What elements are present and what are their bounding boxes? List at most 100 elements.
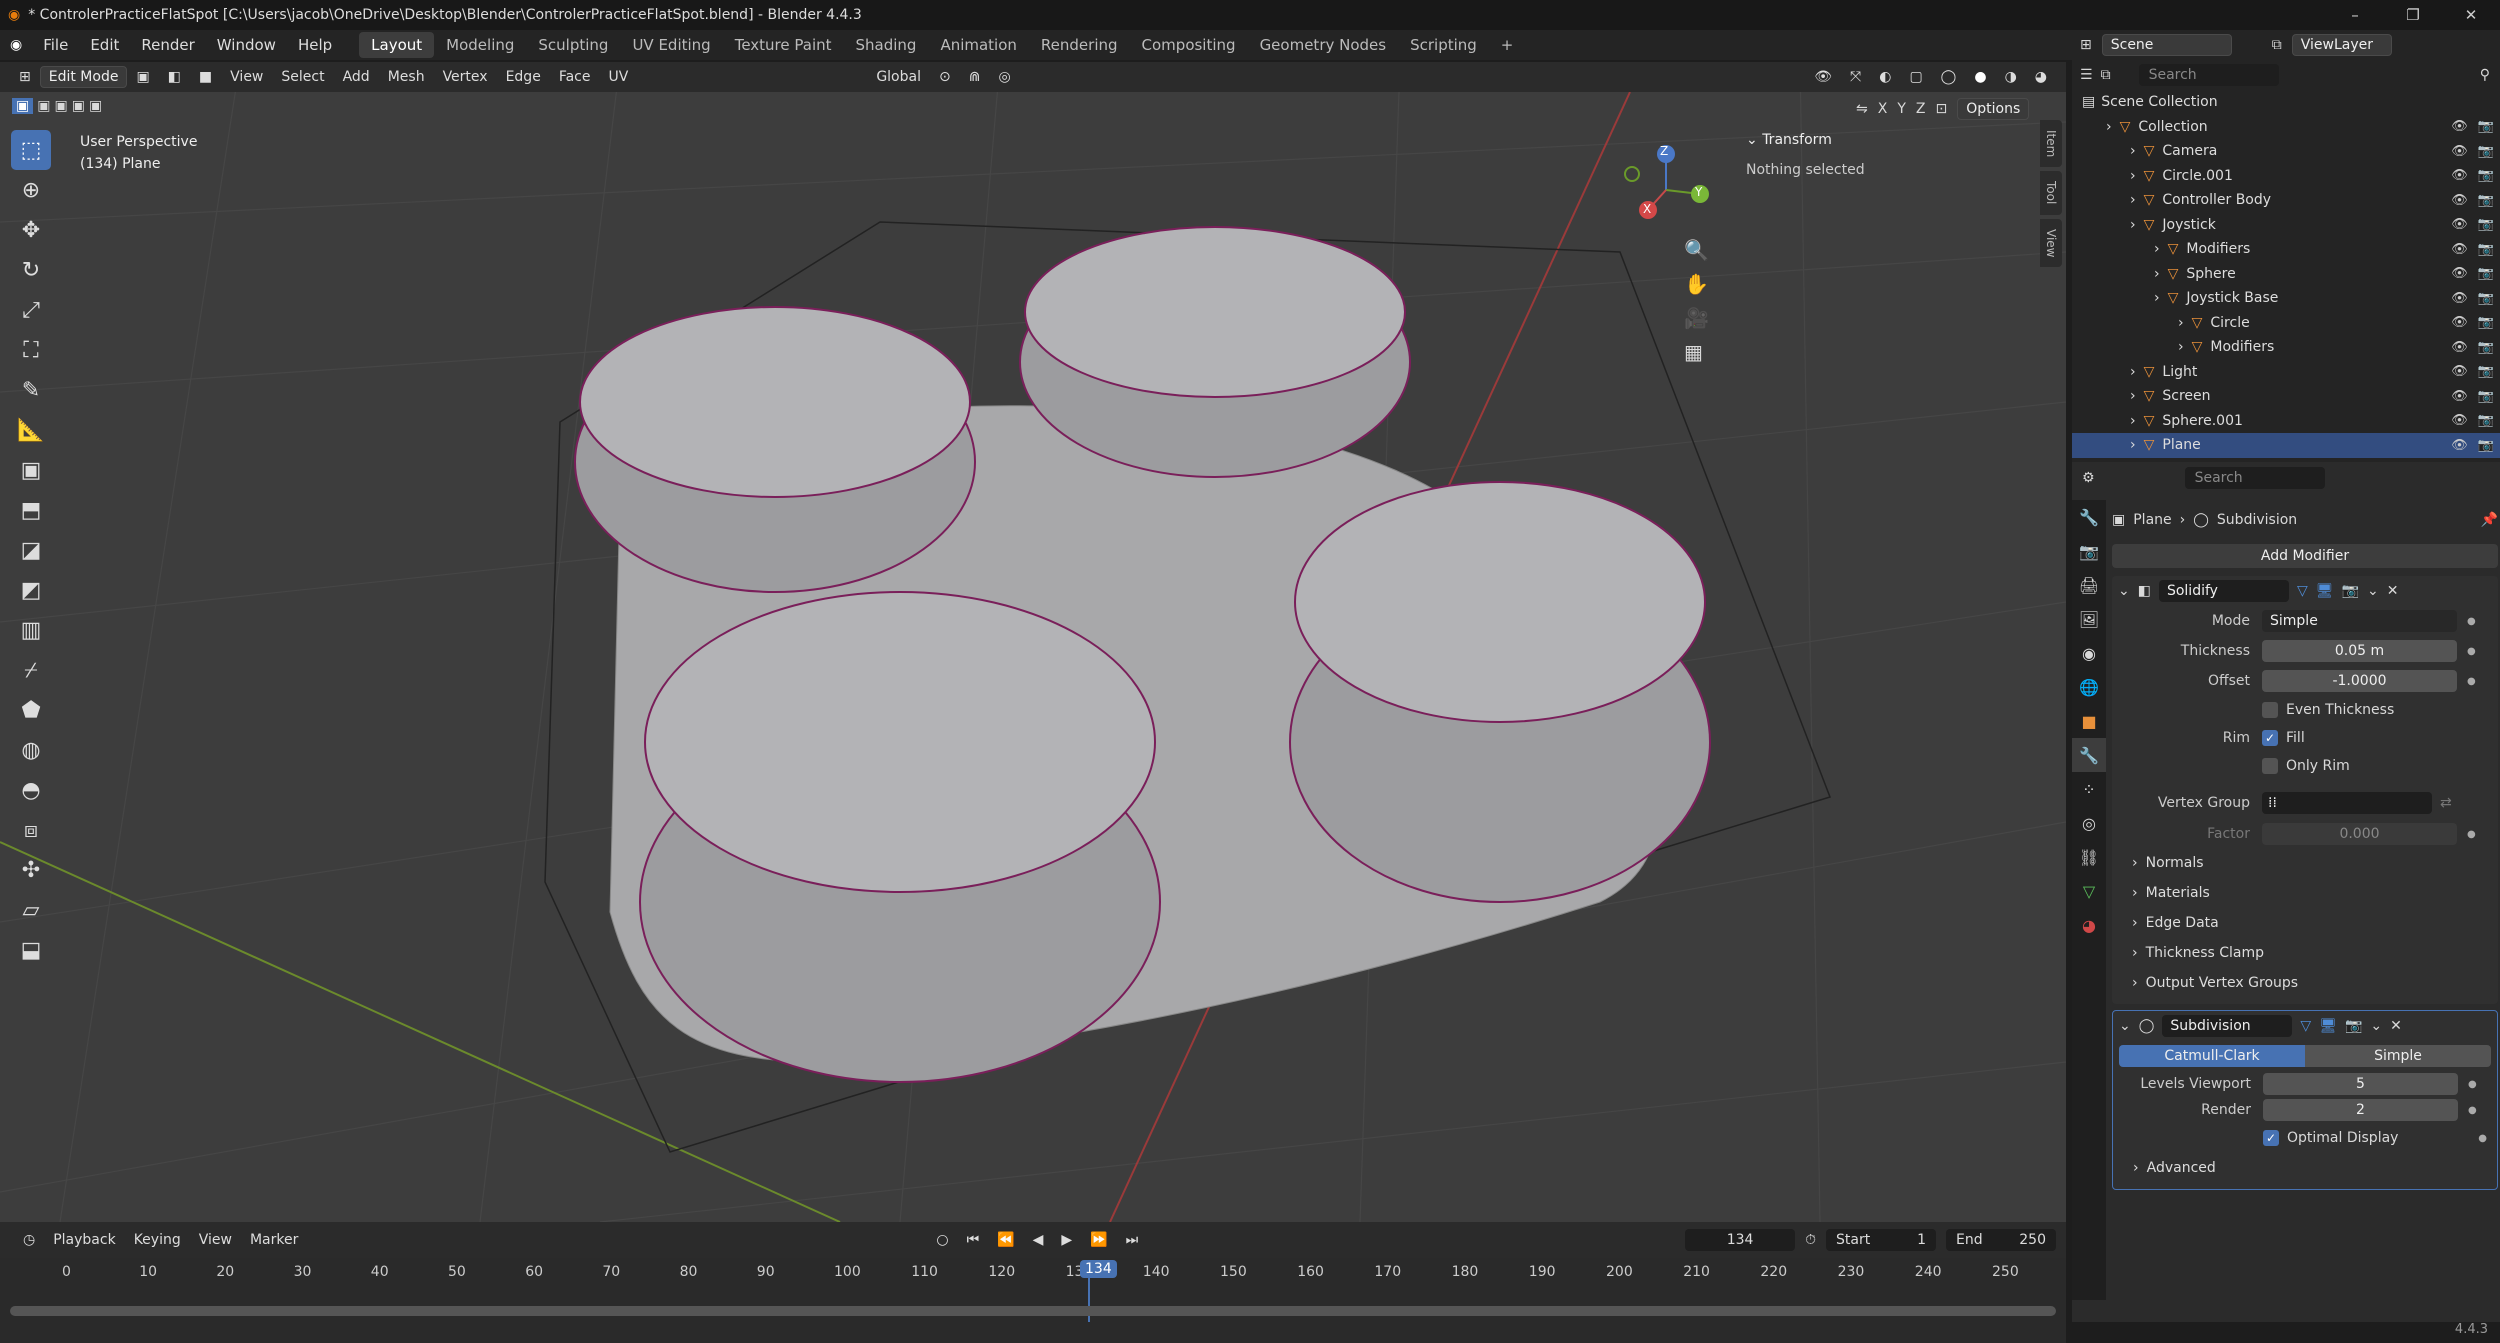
camera-icon[interactable]: 📷 bbox=[2478, 266, 2494, 281]
outliner-row[interactable]: › ▽ Circle 👁 📷 bbox=[2072, 311, 2500, 336]
remove-modifier-icon[interactable]: ✕ bbox=[2387, 583, 2399, 599]
transform-section[interactable]: ⌄ Transform bbox=[1746, 132, 2040, 148]
menu-add[interactable]: Add bbox=[334, 69, 379, 85]
menu-mesh[interactable]: Mesh bbox=[379, 69, 434, 85]
jump-start-icon[interactable]: ⏮ bbox=[958, 1232, 989, 1248]
optimal-display-checkbox[interactable]: ✓ Optimal Display ● bbox=[2113, 1123, 2497, 1153]
view-layer-tab-icon[interactable]: 🖼 bbox=[2072, 602, 2106, 636]
menu-edge[interactable]: Edge bbox=[497, 69, 550, 85]
menu-timeline-view[interactable]: View bbox=[190, 1232, 241, 1248]
solidify-subpanel[interactable]: › Output Vertex Groups bbox=[2112, 968, 2498, 998]
camera-icon[interactable]: 📷 bbox=[2478, 364, 2494, 379]
tab-view[interactable]: View bbox=[2040, 218, 2062, 268]
bevel-tool-icon[interactable]: ◩ bbox=[11, 570, 51, 610]
select-intersect-icon[interactable]: ▣ bbox=[89, 98, 102, 114]
solidify-subpanel[interactable]: › Normals bbox=[2112, 848, 2498, 878]
annotate-tool-icon[interactable]: ✎ bbox=[11, 370, 51, 410]
output-tab-icon[interactable]: 🖨 bbox=[2072, 568, 2106, 602]
catmull-clark-button[interactable]: Catmull-Clark bbox=[2119, 1045, 2305, 1067]
camera-icon[interactable]: 📷 bbox=[2478, 315, 2494, 330]
solidify-name-field[interactable]: Solidify bbox=[2158, 580, 2289, 602]
display-mode-icon[interactable]: ⧉ bbox=[2101, 67, 2111, 83]
tab-rendering[interactable]: Rendering bbox=[1029, 32, 1130, 58]
eye-icon[interactable]: 👁 bbox=[2451, 168, 2468, 183]
wireframe-shading-icon[interactable]: ◯ bbox=[1932, 69, 1966, 85]
camera-icon[interactable]: 📷 bbox=[2478, 340, 2494, 355]
simple-button[interactable]: Simple bbox=[2305, 1045, 2491, 1067]
camera-icon[interactable]: 📷 bbox=[2478, 168, 2494, 183]
only-rim-checkbox[interactable]: Only Rim bbox=[2112, 752, 2498, 780]
expand-chevron-icon[interactable]: › bbox=[2106, 119, 2112, 135]
edit-mode-toggle-icon[interactable]: ▽ bbox=[2300, 1018, 2311, 1034]
camera-icon[interactable]: 📷 bbox=[2478, 119, 2494, 134]
orientation-dropdown[interactable]: Global bbox=[867, 69, 930, 85]
eye-icon[interactable]: 👁 bbox=[2451, 438, 2468, 453]
menu-render[interactable]: Render bbox=[130, 30, 205, 60]
fill-checkbox[interactable]: ✓ bbox=[2262, 730, 2278, 746]
keyframe-dot-icon[interactable]: ● bbox=[2467, 616, 2476, 627]
eye-icon[interactable]: 👁 bbox=[2451, 340, 2468, 355]
pivot-icon[interactable]: ⊙ bbox=[930, 69, 960, 85]
expand-chevron-icon[interactable]: › bbox=[2130, 437, 2136, 453]
prev-keyframe-icon[interactable]: ⏪ bbox=[988, 1232, 1023, 1248]
subdivision-name-field[interactable]: Subdivision bbox=[2162, 1015, 2293, 1037]
outliner-search[interactable]: Search bbox=[2138, 64, 2279, 86]
menu-keying[interactable]: Keying bbox=[125, 1232, 190, 1248]
eye-icon[interactable]: 👁 bbox=[2451, 193, 2468, 208]
physics-tab-icon[interactable]: ◎ bbox=[2072, 806, 2106, 840]
axis-z[interactable]: Z bbox=[1916, 101, 1926, 117]
even-thickness-checkbox[interactable]: Even Thickness bbox=[2112, 696, 2498, 724]
render-toggle-icon[interactable]: 📷 bbox=[2345, 1018, 2362, 1034]
timeline-scrollbar[interactable] bbox=[10, 1306, 2056, 1316]
eye-icon[interactable]: 👁 bbox=[2451, 119, 2468, 134]
zoom-icon[interactable]: 🔍 bbox=[1684, 238, 1709, 262]
filter-icon[interactable]: ⚲ bbox=[2480, 67, 2500, 83]
invert-icon[interactable]: ⇄ bbox=[2440, 795, 2452, 811]
next-keyframe-icon[interactable]: ⏩ bbox=[1081, 1232, 1116, 1248]
outliner-row[interactable]: › ▽ Joystick 👁 📷 bbox=[2072, 213, 2500, 238]
face-select-icon[interactable]: ■ bbox=[190, 69, 221, 85]
outliner-row[interactable]: › ▽ Controller Body 👁 📷 bbox=[2072, 188, 2500, 213]
keyframe-dot-icon[interactable]: ● bbox=[2468, 1079, 2477, 1090]
select-new-icon[interactable]: ▣ bbox=[12, 98, 34, 114]
eye-icon[interactable]: 👁 bbox=[2451, 291, 2468, 306]
vertex-group-field[interactable]: ⁞⁞ bbox=[2262, 792, 2432, 814]
edge-select-icon[interactable]: ◧ bbox=[159, 69, 190, 85]
edit-mode-toggle-icon[interactable]: ▽ bbox=[2297, 583, 2308, 599]
outliner-row[interactable]: › ▽ Camera 👁 📷 bbox=[2072, 139, 2500, 164]
outliner-row[interactable]: › ▽ Light 👁 📷 bbox=[2072, 360, 2500, 385]
tab-shading[interactable]: Shading bbox=[844, 32, 929, 58]
jump-end-icon[interactable]: ⏭ bbox=[1117, 1232, 1148, 1248]
cursor-tool-icon[interactable]: ⊕ bbox=[11, 170, 51, 210]
menu-marker[interactable]: Marker bbox=[241, 1232, 307, 1248]
eye-icon[interactable]: 👁 bbox=[2451, 389, 2468, 404]
menu-select[interactable]: Select bbox=[272, 69, 333, 85]
menu-help[interactable]: Help bbox=[287, 30, 343, 60]
render-toggle-icon[interactable]: 📷 bbox=[2342, 583, 2359, 599]
data-tab-icon[interactable]: ▽ bbox=[2072, 874, 2106, 908]
menu-edit[interactable]: Edit bbox=[79, 30, 130, 60]
eye-icon[interactable]: 👁 bbox=[2451, 266, 2468, 281]
render-levels-field[interactable]: 2 bbox=[2263, 1099, 2458, 1121]
viewport-toggle-icon[interactable]: 🖥 bbox=[2319, 1018, 2337, 1034]
outliner-row[interactable]: › ▽ Collection 👁 📷 bbox=[2072, 115, 2500, 140]
close-icon[interactable]: ✕ bbox=[2442, 6, 2500, 24]
extrude-tool-icon[interactable]: ⬒ bbox=[11, 490, 51, 530]
view-layer-icon[interactable]: ⧉ bbox=[2272, 37, 2282, 53]
material-shading-icon[interactable]: ◑ bbox=[1996, 69, 2026, 85]
camera-icon[interactable]: 📷 bbox=[2478, 144, 2494, 159]
camera-view-icon[interactable]: 🎥 bbox=[1684, 306, 1709, 330]
view-layer-selector[interactable]: ViewLayer bbox=[2291, 34, 2392, 56]
outliner-row[interactable]: › ▽ Plane 👁 📷 bbox=[2072, 433, 2500, 458]
poly-build-tool-icon[interactable]: ⬟ bbox=[11, 690, 51, 730]
outliner-row[interactable]: › ▽ Circle.001 👁 📷 bbox=[2072, 164, 2500, 189]
camera-icon[interactable]: 📷 bbox=[2478, 413, 2494, 428]
tab-scripting[interactable]: Scripting bbox=[1398, 32, 1489, 58]
snap-icon[interactable]: ⋒ bbox=[960, 69, 990, 85]
stopwatch-icon[interactable]: ⏱ bbox=[1805, 1232, 1816, 1248]
gizmo-icon[interactable]: ⤧ bbox=[1841, 69, 1870, 85]
camera-icon[interactable]: 📷 bbox=[2478, 389, 2494, 404]
scene-collection-row[interactable]: ▤ Scene Collection bbox=[2072, 90, 2500, 115]
knife-tool-icon[interactable]: ⌿ bbox=[11, 650, 51, 690]
tab-compositing[interactable]: Compositing bbox=[1130, 32, 1248, 58]
